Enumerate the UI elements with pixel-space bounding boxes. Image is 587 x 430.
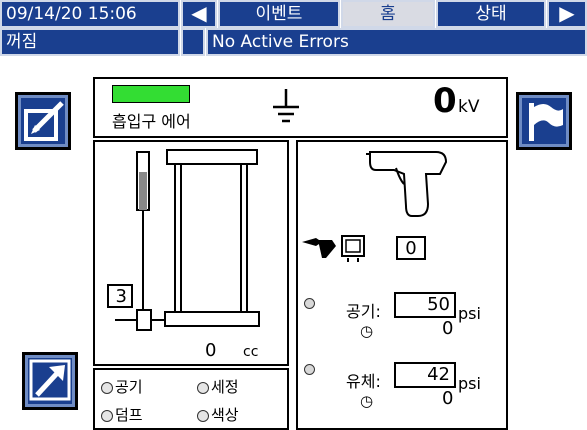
tab-label: 홈 xyxy=(380,4,396,24)
arrow-right-icon: ▶ xyxy=(559,1,575,25)
spray-gun-icon xyxy=(366,151,448,217)
nav-right-button[interactable]: ▶ xyxy=(547,0,587,28)
volume-unit: cc xyxy=(243,344,259,360)
option-label: 색상 xyxy=(211,406,239,424)
gun-panel: 0 공기: 50 psi ◷ 0 유체: 42 psi ◷ 0 xyxy=(296,140,508,430)
voltage-unit: kV xyxy=(458,97,480,117)
tab-label: 상태 xyxy=(475,4,507,24)
air-label: 공기: xyxy=(346,302,381,321)
fluid-unit: psi xyxy=(458,374,481,393)
mode-panel: 공기 세정 덤프 색상 xyxy=(93,368,289,430)
flag-button[interactable] xyxy=(516,92,572,150)
inlet-air-label: 흡입구 에어 xyxy=(112,112,191,131)
clock-icon: ◷ xyxy=(360,392,374,410)
inlet-air-indicator xyxy=(112,85,190,103)
setup-button[interactable] xyxy=(15,92,71,150)
option-label: 세정 xyxy=(211,378,239,396)
lock-screen-button[interactable] xyxy=(22,352,78,410)
arrow-up-right-icon xyxy=(29,359,71,401)
gun-count-field[interactable]: 0 xyxy=(396,236,426,260)
radio-icon xyxy=(197,381,209,394)
mode-option-color[interactable]: 색상 xyxy=(197,404,239,425)
top-status-panel: 흡입구 에어 0 kV xyxy=(93,77,508,138)
nav-left-button[interactable]: ◀ xyxy=(181,0,217,28)
voltage-value: 0 xyxy=(433,81,457,121)
fluid-actual-value: 0 xyxy=(442,388,454,409)
datetime-display: 09/14/20 15:06 xyxy=(0,0,180,28)
tab-label: 이벤트 xyxy=(255,4,303,24)
air-actual-value: 0 xyxy=(442,318,454,339)
option-label: 덤프 xyxy=(115,406,143,424)
clock-icon: ◷ xyxy=(360,322,374,340)
air-setpoint-field[interactable]: 50 xyxy=(394,292,456,318)
flag-icon xyxy=(529,103,563,141)
error-status: No Active Errors xyxy=(206,28,587,56)
pump-panel: 3 0 cc xyxy=(93,140,289,366)
air-led-indicator xyxy=(304,298,315,309)
pump-diagram-icon xyxy=(115,149,260,331)
error-message: No Active Errors xyxy=(212,32,349,52)
radio-icon xyxy=(101,409,113,422)
mode-option-flush[interactable]: 세정 xyxy=(197,376,239,397)
radio-icon xyxy=(197,409,209,422)
mode-option-air[interactable]: 공기 xyxy=(101,376,143,397)
tab-events[interactable]: 이벤트 xyxy=(218,0,340,28)
edit-icon xyxy=(24,101,64,141)
stroke-number-field[interactable]: 3 xyxy=(107,284,133,308)
status-indicator-box xyxy=(181,28,205,56)
air-unit: psi xyxy=(458,304,481,323)
mode-status: 꺼짐 xyxy=(0,28,180,56)
datetime-text: 09/14/20 15:06 xyxy=(6,4,137,24)
ground-icon xyxy=(273,89,299,123)
mode-text: 꺼짐 xyxy=(6,32,38,52)
arrow-left-icon: ◀ xyxy=(191,1,207,25)
option-label: 공기 xyxy=(115,378,143,396)
mode-option-dump[interactable]: 덤프 xyxy=(101,404,143,425)
fluid-setpoint-field[interactable]: 42 xyxy=(394,362,456,388)
gun-trigger-icon xyxy=(302,235,365,262)
tab-home[interactable]: 홈 xyxy=(341,0,435,28)
radio-icon xyxy=(101,381,113,394)
volume-value: 0 xyxy=(205,340,217,361)
fluid-led-indicator xyxy=(304,364,315,375)
fluid-label: 유체: xyxy=(346,372,381,391)
tab-status[interactable]: 상태 xyxy=(436,0,546,28)
